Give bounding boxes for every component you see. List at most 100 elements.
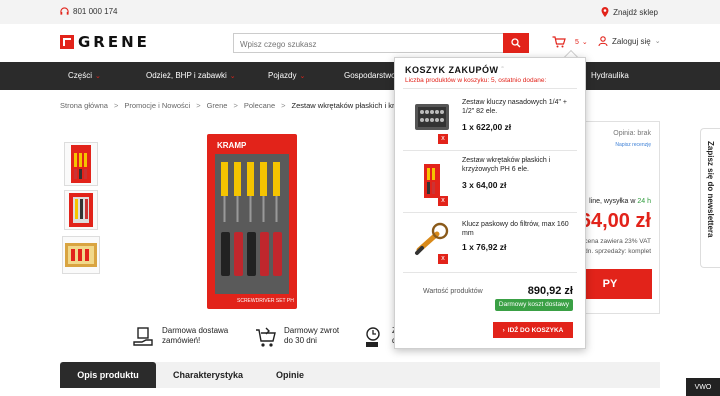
nav-item-label: Hydraulika	[591, 71, 629, 80]
logo-text: GRENE	[78, 33, 150, 51]
nav-item-label: Pojazdy	[268, 71, 297, 80]
tab-charakterystyka[interactable]: Charakterystyka	[160, 362, 256, 388]
breadcrumb: Strona główna > Promocje i Nowości > Grene…	[60, 101, 415, 110]
breadcrumb-link[interactable]: Polecane	[244, 101, 275, 110]
divider	[403, 272, 577, 273]
nav-item-label: Odzież, BHP i zabawki	[146, 71, 227, 80]
cart-item-qty: 1 x 622,00 zł	[462, 122, 512, 132]
breadcrumb-link[interactable]: Promocje i Nowości	[124, 101, 190, 110]
cart-item-image[interactable]	[413, 162, 451, 200]
delivery-hand-icon	[133, 327, 153, 346]
clock-truck-icon	[366, 327, 380, 347]
tab-opinie[interactable]: Opinie	[260, 362, 320, 388]
feature-free-return: Darmowy zwrot do 30 dni	[254, 326, 339, 350]
chevron-down-icon: ⌄	[299, 72, 306, 80]
chevron-right-icon: ›	[502, 326, 505, 334]
nav-item-hydraulika[interactable]: Hydraulika	[591, 71, 629, 80]
nav-item-label: Gospodarstwo	[344, 71, 396, 80]
cart-item-name[interactable]: Zestaw kluczy nasadowych 1/4" + 1/2" 82 …	[462, 98, 576, 116]
header: GRENE 5 ⌄ Zaloguj się ⌄	[0, 24, 720, 62]
cart-popup-title: KOSZYK ZAKUPÓW ▫	[405, 65, 504, 75]
product-main-image[interactable]: KRAMP SCREWDRIVER SET PH	[207, 134, 297, 309]
cart-item-image[interactable]	[413, 220, 451, 258]
search-button[interactable]	[503, 33, 529, 53]
product-price: 64,00 zł	[579, 210, 651, 232]
vat-info: cena zawiera 23% VAT	[584, 238, 651, 245]
vwo-badge: VWO	[686, 378, 720, 396]
cart-total-label: Wartość produktów	[423, 288, 483, 295]
cart-return-icon	[256, 327, 276, 347]
feature-free-delivery: Darmowa dostawa zamówień!	[132, 326, 228, 350]
cart-item-name[interactable]: Zestaw wkrętaków płaskich i krzyżowych P…	[462, 156, 576, 174]
newsletter-tab[interactable]: Zapisz się do newslettera	[700, 128, 720, 268]
cart-item-image[interactable]	[413, 98, 451, 136]
shipping-prefix: line, wysyłka w	[589, 198, 636, 205]
newsletter-label: Zapisz się do newslettera	[706, 141, 715, 238]
feature-shipping: Zd	[364, 326, 397, 350]
socket-set-icon	[415, 104, 449, 130]
phone-link[interactable]: 801 000 174	[60, 7, 118, 16]
go-to-cart-label: IDŹ DO KOSZYKA	[507, 326, 564, 334]
store-locator-label: Znajdź sklep	[613, 7, 658, 17]
product-tabs: Opis produktu Charakterystyka Opinie	[60, 362, 660, 388]
product-image-brand: KRAMP	[217, 141, 247, 150]
cart-chevron-icon: ⌄	[581, 39, 588, 46]
write-review-link[interactable]: Napisz recenzję	[615, 142, 651, 148]
cart-total: 890,92 zł	[527, 285, 573, 297]
breadcrumb-link[interactable]: Strona główna	[60, 101, 108, 110]
chevron-down-icon: ⌄	[229, 72, 236, 80]
remove-item-button[interactable]: x	[438, 196, 448, 206]
product-thumbnail[interactable]	[64, 190, 98, 230]
remove-item-button[interactable]: x	[438, 254, 448, 264]
go-to-cart-button[interactable]: › IDŹ DO KOSZYKA	[493, 322, 573, 338]
nav-item-odziez[interactable]: Odzież, BHP i zabawki ⌄	[146, 71, 236, 80]
search-input[interactable]	[234, 35, 502, 54]
rating-label: Opinia: brak	[613, 130, 651, 137]
product-image-caption: SCREWDRIVER SET PH	[237, 298, 294, 304]
nav-item-czesci[interactable]: Części ⌄	[68, 71, 101, 80]
main-nav: Części ⌄ Odzież, BHP i zabawki ⌄ Pojazdy ⌄ …	[0, 62, 720, 90]
page-root: { "topbar": { "phone": "801 000 174", "s…	[0, 0, 720, 396]
headset-icon	[60, 7, 69, 15]
remove-item-button[interactable]: x	[438, 134, 448, 144]
cart-popup: KOSZYK ZAKUPÓW ▫ Liczba produktów w kosz…	[394, 57, 586, 349]
breadcrumb-link[interactable]: Grene	[207, 101, 228, 110]
filter-wrench-icon	[415, 222, 449, 255]
chevron-down-icon: ⌄	[95, 72, 101, 80]
nav-item-pojazdy[interactable]: Pojazdy ⌄	[268, 71, 305, 80]
search-bar	[233, 33, 529, 54]
topbar: 801 000 174 Znajdź sklep	[0, 0, 720, 24]
cart-item-name[interactable]: Klucz paskowy do filtrów, max 160 mm	[462, 220, 576, 238]
login-button[interactable]: Zaloguj się ⌄	[598, 36, 661, 46]
cart-button[interactable]: 5 ⌄	[552, 36, 588, 48]
cart-popup-badge-icon: ▫	[501, 65, 505, 71]
feature-line: do 30 dni	[284, 336, 317, 345]
cart-item-qty: 3 x 64,00 zł	[462, 180, 507, 190]
login-chevron-icon: ⌄	[654, 38, 661, 45]
product-thumbnail[interactable]	[62, 236, 100, 274]
shipping-info: line, wysyłka w 24 h	[589, 198, 651, 205]
phone-number: 801 000 174	[73, 7, 118, 16]
breadcrumb-separator-icon: >	[281, 101, 286, 110]
tab-opis-produktu[interactable]: Opis produktu	[60, 362, 156, 388]
divider	[403, 150, 577, 151]
sales-unit: Jedn. sprzedaży: komplet	[577, 248, 651, 255]
logo[interactable]: GRENE	[60, 33, 150, 51]
cart-item-qty: 1 x 76,92 zł	[462, 242, 507, 252]
breadcrumb-separator-icon: >	[113, 101, 119, 110]
nav-item-gospodarstwo[interactable]: Gospodarstwo	[344, 71, 396, 80]
logo-mark-icon	[60, 35, 74, 49]
cart-count: 5	[575, 38, 579, 46]
feature-line: Darmowy zwrot	[284, 326, 340, 335]
divider	[403, 88, 577, 89]
login-label: Zaloguj się	[612, 36, 651, 46]
screwdriver-set-icon	[424, 164, 440, 198]
user-icon	[598, 36, 608, 46]
store-locator-link[interactable]: Znajdź sklep	[601, 7, 658, 17]
product-thumbnail[interactable]	[64, 142, 98, 186]
screwdriver-case-thumbnail-icon	[65, 243, 97, 267]
cart-icon	[552, 36, 566, 48]
screwdriver-set-thumbnail-icon	[71, 145, 91, 183]
breadcrumb-separator-icon: >	[196, 101, 201, 110]
map-pin-icon	[601, 7, 609, 17]
